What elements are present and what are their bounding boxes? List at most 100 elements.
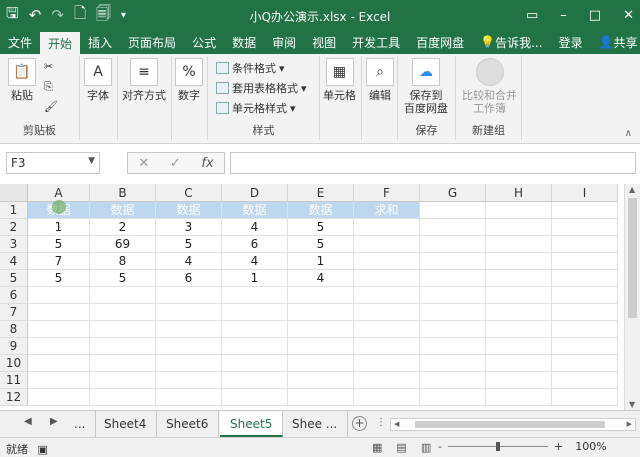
cell-i8[interactable] bbox=[552, 321, 618, 338]
editing-button[interactable]: ⌕ 编辑 bbox=[366, 58, 394, 102]
select-all-corner[interactable] bbox=[0, 184, 28, 202]
conditional-format-button[interactable]: 条件格式 ▾ bbox=[216, 60, 285, 76]
cell-g2[interactable] bbox=[420, 219, 486, 236]
cell-e6[interactable] bbox=[288, 287, 354, 304]
cell-h11[interactable] bbox=[486, 372, 552, 389]
cell-c8[interactable] bbox=[156, 321, 222, 338]
cell-b9[interactable] bbox=[90, 338, 156, 355]
cell-i10[interactable] bbox=[552, 355, 618, 372]
row-header-3[interactable]: 3 bbox=[0, 236, 28, 253]
tab-baidu-netdisk[interactable]: 百度网盘 bbox=[408, 30, 472, 54]
cell-b6[interactable] bbox=[90, 287, 156, 304]
column-header-f[interactable]: F bbox=[354, 184, 420, 202]
cell-f10[interactable] bbox=[354, 355, 420, 372]
cell-f4[interactable] bbox=[354, 253, 420, 270]
column-header-h[interactable]: H bbox=[486, 184, 552, 202]
scroll-left-icon[interactable]: ◀ bbox=[394, 420, 399, 428]
prev-sheet-icon[interactable]: ◀ bbox=[24, 416, 32, 427]
cell-f11[interactable] bbox=[354, 372, 420, 389]
cell-e5[interactable]: 4 bbox=[288, 270, 354, 287]
cell-e1[interactable]: 数据 bbox=[288, 202, 354, 219]
cell-a8[interactable] bbox=[28, 321, 90, 338]
scroll-down-icon[interactable]: ▼ bbox=[629, 400, 635, 409]
cell-g3[interactable] bbox=[420, 236, 486, 253]
cells-button[interactable]: ▦ 单元格 bbox=[323, 58, 356, 102]
cell-a12[interactable] bbox=[28, 389, 90, 406]
sheet-tab-sheet4[interactable]: Sheet4 bbox=[94, 411, 158, 437]
cell-b7[interactable] bbox=[90, 304, 156, 321]
cell-styles-button[interactable]: 单元格样式 ▾ bbox=[216, 100, 296, 116]
cell-i9[interactable] bbox=[552, 338, 618, 355]
cell-b10[interactable] bbox=[90, 355, 156, 372]
cell-h10[interactable] bbox=[486, 355, 552, 372]
horizontal-scrollbar[interactable]: ◀ ▶ bbox=[390, 418, 636, 431]
cell-b3[interactable]: 69 bbox=[90, 236, 156, 253]
cell-e9[interactable] bbox=[288, 338, 354, 355]
cell-h9[interactable] bbox=[486, 338, 552, 355]
column-header-c[interactable]: C bbox=[156, 184, 222, 202]
cell-g12[interactable] bbox=[420, 389, 486, 406]
alignment-button[interactable]: ≡ 对齐方式 bbox=[122, 58, 166, 102]
cell-i2[interactable] bbox=[552, 219, 618, 236]
cell-a6[interactable] bbox=[28, 287, 90, 304]
name-box[interactable]: F3 ▼ bbox=[6, 152, 100, 174]
cell-h5[interactable] bbox=[486, 270, 552, 287]
cell-i4[interactable] bbox=[552, 253, 618, 270]
cell-f3[interactable] bbox=[354, 236, 420, 253]
cell-c10[interactable] bbox=[156, 355, 222, 372]
column-header-b[interactable]: B bbox=[90, 184, 156, 202]
zoom-level[interactable]: 100% bbox=[575, 440, 606, 453]
sheet-tab-sheet6[interactable]: Sheet6 bbox=[156, 411, 220, 437]
cell-d8[interactable] bbox=[222, 321, 288, 338]
collapse-ribbon-icon[interactable]: ∧ bbox=[625, 128, 632, 139]
maximize-icon[interactable]: □ bbox=[589, 8, 601, 23]
cell-h3[interactable] bbox=[486, 236, 552, 253]
paste-button[interactable]: 📋 粘贴 bbox=[8, 58, 36, 102]
scroll-right-icon[interactable]: ▶ bbox=[627, 420, 632, 428]
macro-record-icon[interactable]: ▣ bbox=[38, 443, 48, 456]
cell-i6[interactable] bbox=[552, 287, 618, 304]
cell-c2[interactable]: 3 bbox=[156, 219, 222, 236]
cell-b8[interactable] bbox=[90, 321, 156, 338]
tab-view[interactable]: 视图 bbox=[304, 30, 344, 54]
enter-icon[interactable]: ✓ bbox=[170, 156, 181, 171]
tab-data[interactable]: 数据 bbox=[224, 30, 264, 54]
cell-f7[interactable] bbox=[354, 304, 420, 321]
page-layout-view-icon[interactable]: ▤ bbox=[396, 441, 406, 454]
cell-f1[interactable]: 求和 bbox=[354, 202, 420, 219]
cell-g8[interactable] bbox=[420, 321, 486, 338]
cell-d9[interactable] bbox=[222, 338, 288, 355]
save-to-netdisk-button[interactable]: ☁ 保存到 百度网盘 bbox=[404, 58, 448, 115]
zoom-slider-thumb[interactable] bbox=[495, 442, 500, 451]
cell-f6[interactable] bbox=[354, 287, 420, 304]
number-button[interactable]: % 数字 bbox=[175, 58, 203, 102]
cell-d4[interactable]: 4 bbox=[222, 253, 288, 270]
cell-i7[interactable] bbox=[552, 304, 618, 321]
format-painter-icon[interactable]: 🖌 bbox=[44, 100, 58, 113]
cell-a4[interactable]: 7 bbox=[28, 253, 90, 270]
row-header-6[interactable]: 6 bbox=[0, 287, 28, 304]
cell-i11[interactable] bbox=[552, 372, 618, 389]
cell-c9[interactable] bbox=[156, 338, 222, 355]
tab-insert[interactable]: 插入 bbox=[80, 30, 120, 54]
row-header-7[interactable]: 7 bbox=[0, 304, 28, 321]
cell-d1[interactable]: 数据 bbox=[222, 202, 288, 219]
row-header-2[interactable]: 2 bbox=[0, 219, 28, 236]
cell-a7[interactable] bbox=[28, 304, 90, 321]
row-header-4[interactable]: 4 bbox=[0, 253, 28, 270]
cell-a2[interactable]: 1 bbox=[28, 219, 90, 236]
vertical-scroll-thumb[interactable] bbox=[628, 198, 637, 318]
cell-c3[interactable]: 5 bbox=[156, 236, 222, 253]
cell-g6[interactable] bbox=[420, 287, 486, 304]
copy-icon[interactable]: ⎘ bbox=[44, 80, 53, 94]
format-as-table-button[interactable]: 套用表格格式 ▾ bbox=[216, 80, 307, 96]
tab-file[interactable]: 文件 bbox=[0, 30, 40, 54]
tab-home[interactable]: 开始 bbox=[40, 32, 81, 54]
cell-h2[interactable] bbox=[486, 219, 552, 236]
row-header-11[interactable]: 11 bbox=[0, 372, 28, 389]
cell-h6[interactable] bbox=[486, 287, 552, 304]
row-header-5[interactable]: 5 bbox=[0, 270, 28, 287]
name-box-dropdown-icon[interactable]: ▼ bbox=[88, 156, 95, 166]
cell-c12[interactable] bbox=[156, 389, 222, 406]
cell-e7[interactable] bbox=[288, 304, 354, 321]
